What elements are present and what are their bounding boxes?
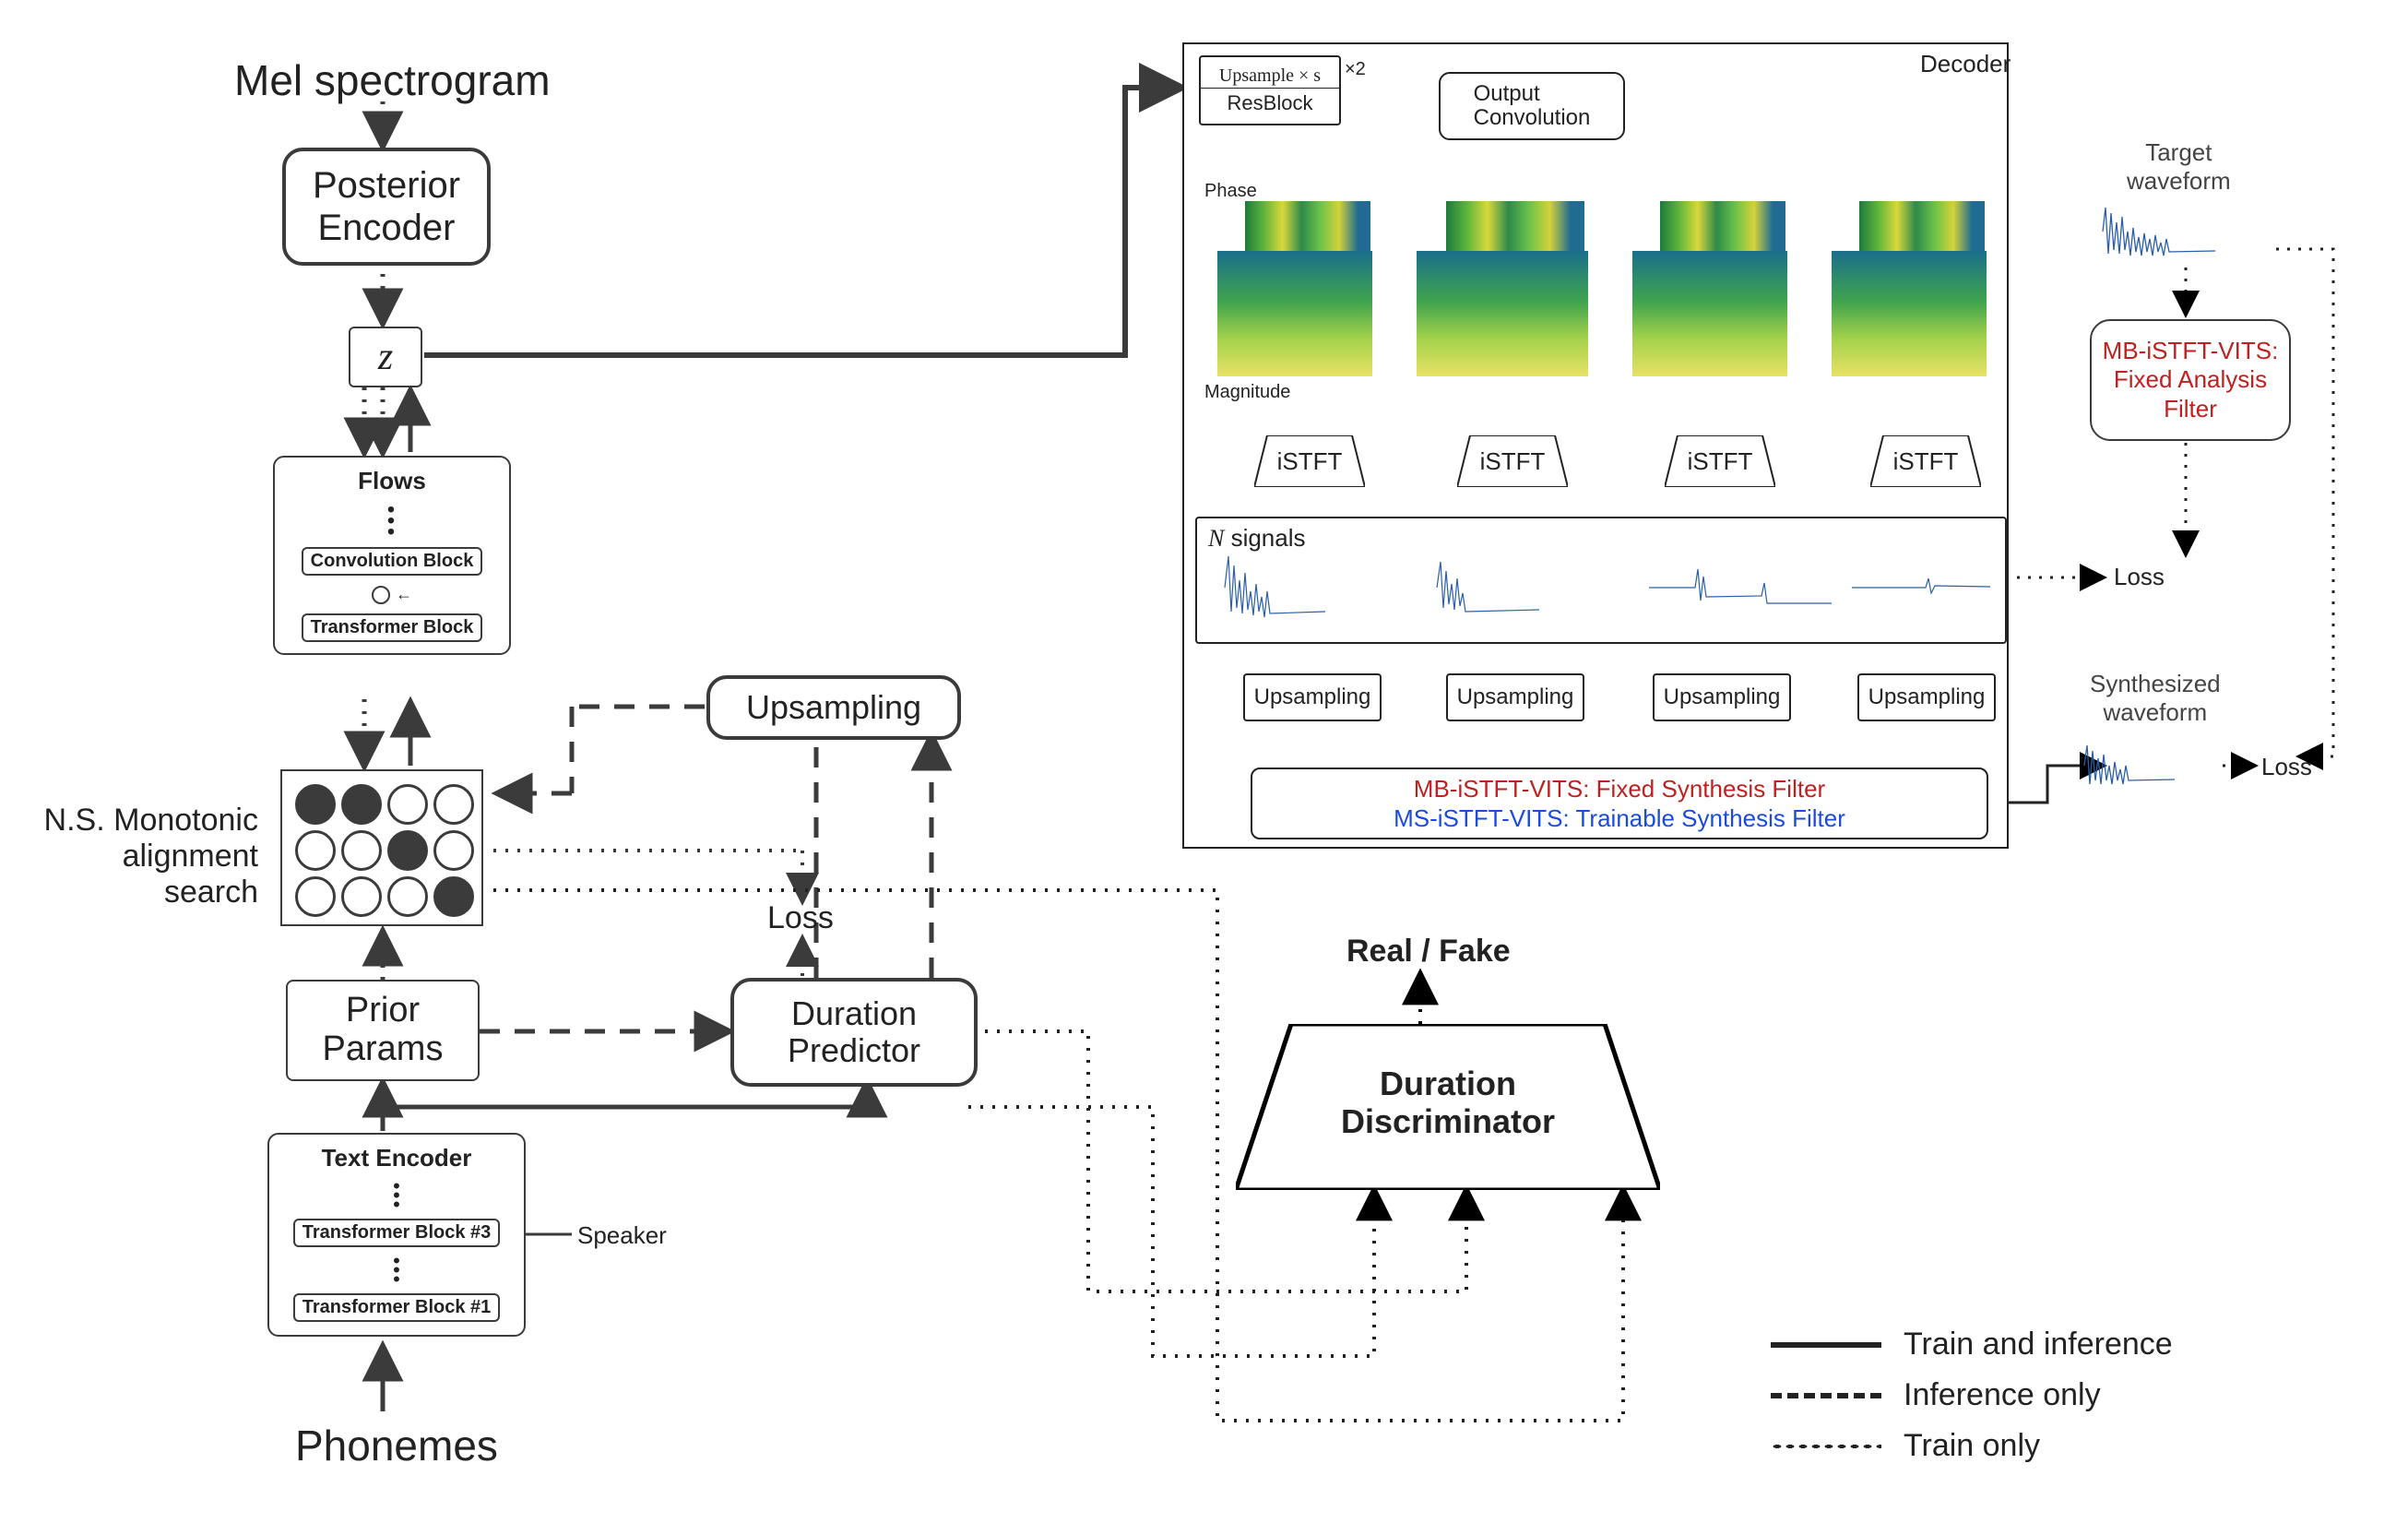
istft-text: iSTFT [1480, 447, 1546, 476]
mag-spectrogram [1217, 251, 1372, 376]
tx1-chip: Transformer Block #1 [293, 1293, 501, 1322]
istft-box: iSTFT [1254, 435, 1365, 487]
upsampling-small-box: Upsampling [1446, 673, 1584, 721]
posterior-encoder-box: Posterior Encoder [282, 148, 491, 266]
tx3-chip: Transformer Block #3 [293, 1219, 501, 1247]
output-conv-box: Output Convolution [1439, 72, 1625, 140]
align-cell [341, 784, 382, 825]
upsampling-small-text: Upsampling [1457, 684, 1574, 710]
posterior-encoder-text: Posterior Encoder [313, 164, 460, 249]
align-cell [387, 876, 428, 917]
line-dot-icon [1771, 1444, 1881, 1449]
istft-box: iSTFT [1870, 435, 1981, 487]
resblock-text: ResBlock [1228, 89, 1313, 118]
legend-row: Train only [1771, 1428, 2173, 1464]
upsampling-small-text: Upsampling [1664, 684, 1781, 710]
legend-row: Train and inference [1771, 1327, 2173, 1362]
line-dash-icon [1771, 1393, 1881, 1398]
legend-dash-text: Inference only [1904, 1377, 2101, 1413]
duration-discriminator-box: Duration Discriminator [1236, 1024, 1660, 1190]
align-cell [295, 830, 336, 871]
text-encoder-box: Text Encoder ••• Transformer Block #3 ••… [267, 1133, 526, 1337]
align-cell [295, 876, 336, 917]
legend: Train and inference Inference only Train… [1771, 1327, 2173, 1479]
n-signals-box: N signals [1195, 517, 2007, 644]
align-cell [387, 784, 428, 825]
times2-label: ×2 [1345, 59, 1366, 80]
align-cell [295, 784, 336, 825]
vdots-icon: ••• [387, 505, 397, 538]
duration-predictor-text: Duration Predictor [788, 995, 920, 1068]
synth-filter-box: MB-iSTFT-VITS: Fixed Synthesis Filter MS… [1251, 768, 1988, 839]
signal-waves [1206, 532, 1999, 643]
upsampling-small-box: Upsampling [1653, 673, 1791, 721]
upsampling-small-box: Upsampling [1857, 673, 1996, 721]
upsample-s-text: Upsample × s [1219, 65, 1321, 86]
vdots-icon: ••• [393, 1256, 400, 1284]
duration-discriminator-text: Duration Discriminator [1236, 1065, 1660, 1141]
vdots-icon: ••• [393, 1182, 400, 1209]
synth-label: Synthesized waveform [2090, 670, 2221, 727]
upsampling-small-text: Upsampling [1868, 684, 1986, 710]
target-waveform [2099, 199, 2280, 264]
upsample-res-box: Upsample × s ResBlock [1199, 55, 1341, 125]
align-cell [341, 876, 382, 917]
legend-solid-text: Train and inference [1904, 1327, 2173, 1362]
duration-predictor-box: Duration Predictor [730, 978, 978, 1087]
z-text: z [378, 335, 393, 379]
diagram-root: { "inputs": { "mel": "Mel spectrogram", … [0, 0, 2408, 1535]
synth-waveform [2081, 736, 2224, 795]
alignment-label: N.S. Monotonic alignment search [37, 803, 258, 910]
loss-label: Loss [767, 900, 834, 936]
output-conv-text: Output Convolution [1474, 82, 1591, 131]
flows-conv-chip: Convolution Block [302, 547, 483, 576]
mag-spectrogram [1417, 251, 1588, 376]
istft-text: iSTFT [1893, 447, 1959, 476]
target-label: Target waveform [2127, 138, 2231, 196]
align-cell [433, 784, 474, 825]
flows-tx-chip: Transformer Block [302, 613, 483, 642]
legend-row: Inference only [1771, 1377, 2173, 1413]
phonemes-label: Phonemes [295, 1421, 498, 1470]
align-cell [433, 876, 474, 917]
line-solid-icon [1771, 1342, 1881, 1348]
flows-title: Flows [358, 467, 426, 495]
z-node: z [349, 327, 422, 387]
flows-box: Flows ••• Convolution Block ← Transforme… [273, 456, 511, 655]
legend-dot-text: Train only [1904, 1428, 2040, 1464]
align-cell [433, 830, 474, 871]
upsampling-box: Upsampling [706, 675, 961, 740]
loss2-label: Loss [2261, 753, 2312, 781]
upsampling-small-box: Upsampling [1243, 673, 1382, 721]
text-encoder-title: Text Encoder [322, 1144, 472, 1172]
align-cell [341, 830, 382, 871]
mel-label: Mel spectrogram [234, 55, 551, 105]
real-fake-label: Real / Fake [1346, 934, 1511, 970]
analysis-filter-text: MB-iSTFT-VITS: Fixed Analysis Filter [2103, 337, 2279, 423]
upsampling-small-text: Upsampling [1254, 684, 1371, 710]
synth-ms-text: MS-iSTFT-VITS: Trainable Synthesis Filte… [1394, 803, 1845, 834]
alignment-grid [280, 769, 483, 926]
upsampling-text: Upsampling [746, 688, 921, 727]
phase-label: Phase [1204, 181, 1257, 202]
istft-box: iSTFT [1665, 435, 1775, 487]
speaker-label: Speaker [577, 1221, 667, 1250]
loss1-label: Loss [2114, 563, 2165, 591]
ring-icon [372, 586, 390, 604]
synth-mb-text: MB-iSTFT-VITS: Fixed Synthesis Filter [1414, 774, 1825, 804]
istft-text: iSTFT [1277, 447, 1343, 476]
magnitude-label: Magnitude [1204, 382, 1290, 403]
prior-params-text: Prior Params [323, 992, 444, 1069]
n-signals-label: N signals [1208, 524, 1306, 553]
decoder-title: Decoder [1920, 50, 2011, 78]
mag-spectrogram [1832, 251, 1987, 376]
istft-text: iSTFT [1688, 447, 1753, 476]
align-cell [387, 830, 428, 871]
analysis-filter-box: MB-iSTFT-VITS: Fixed Analysis Filter [2090, 319, 2291, 441]
mag-spectrogram [1632, 251, 1787, 376]
istft-box: iSTFT [1457, 435, 1568, 487]
prior-params-box: Prior Params [286, 980, 480, 1081]
